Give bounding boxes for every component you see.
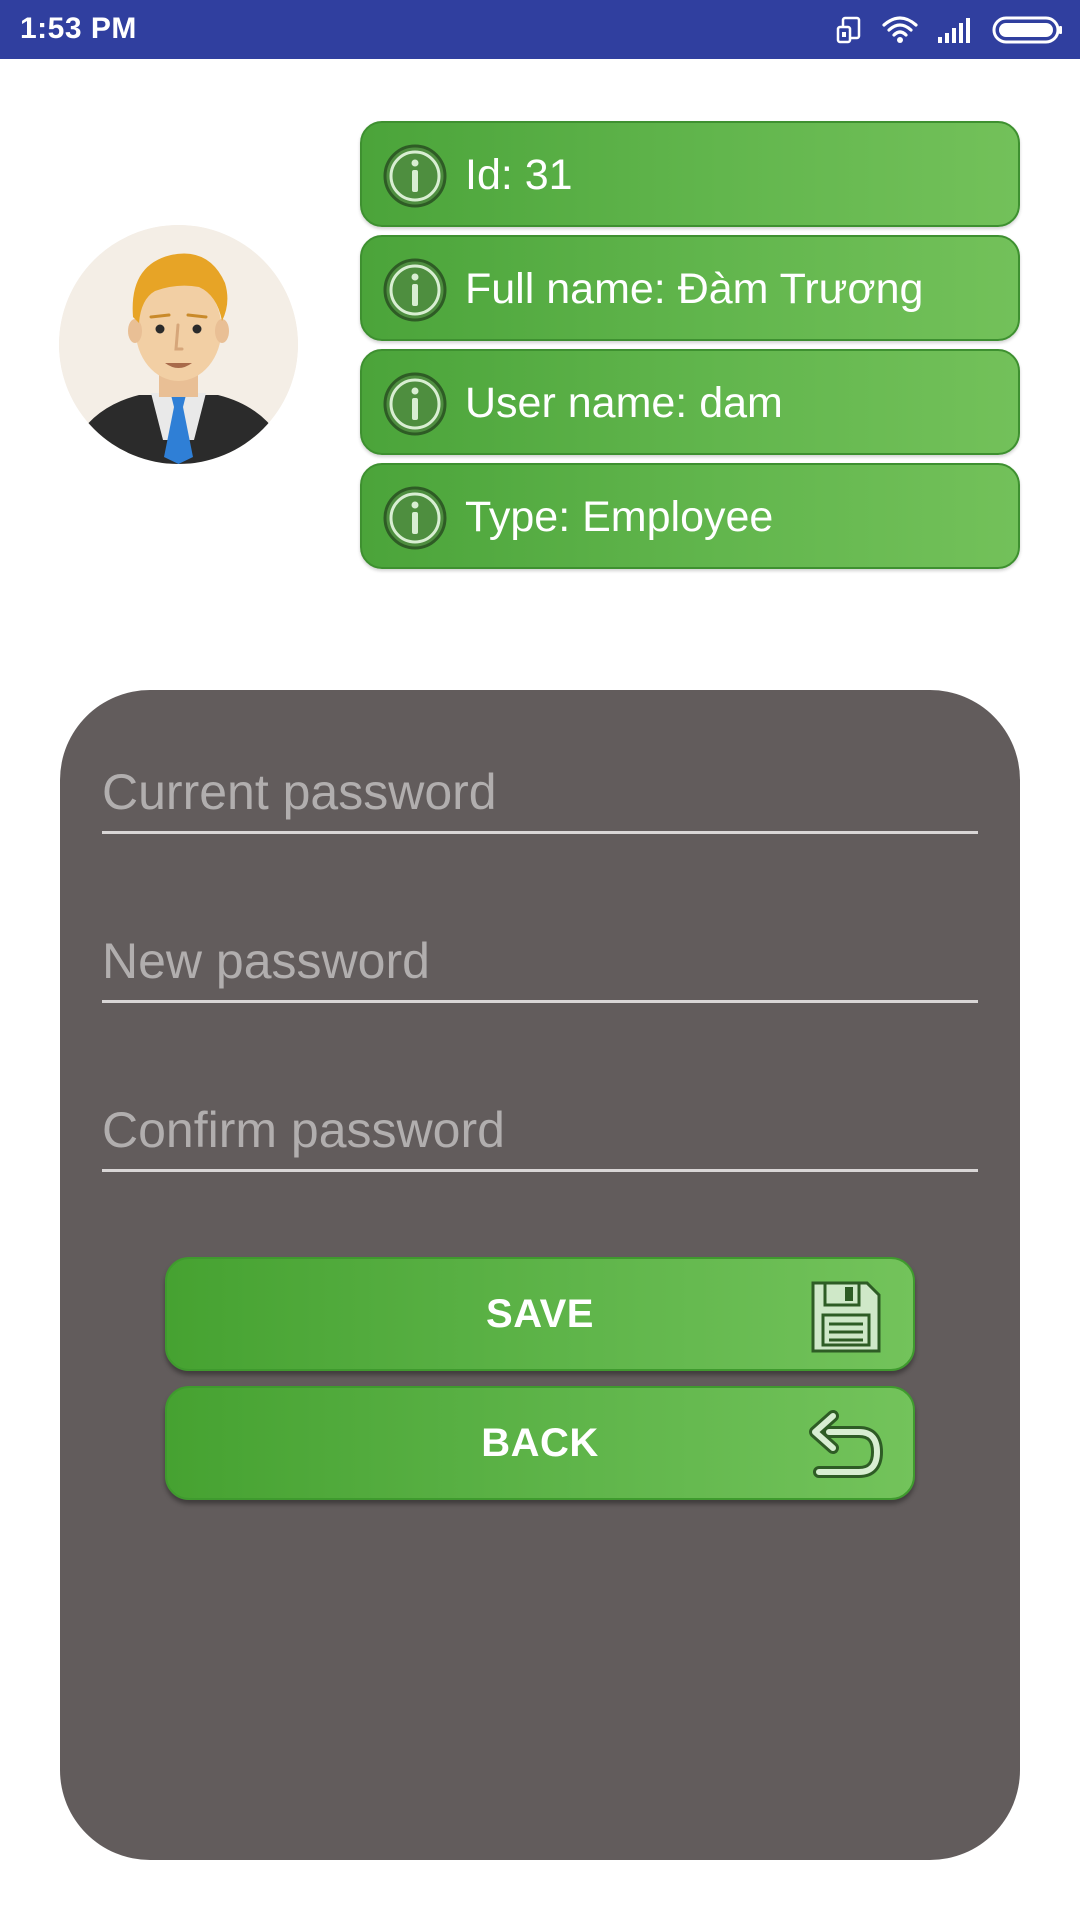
info-icon — [382, 485, 448, 551]
info-chip-id: Id: 31 — [360, 121, 1020, 227]
confirm-password-field — [102, 1076, 978, 1172]
save-button-label: SAVE — [486, 1291, 594, 1336]
info-full-name-text: Full name: Đàm Trương — [465, 265, 924, 313]
status-time: 1:53 PM — [20, 12, 137, 45]
battery-icon — [992, 15, 1064, 45]
undo-arrow-icon — [807, 1408, 883, 1484]
info-chip-full-name: Full name: Đàm Trương — [360, 235, 1020, 341]
status-bar: 1:53 PM — [0, 0, 1080, 59]
wifi-icon — [882, 15, 918, 45]
new-password-field — [102, 907, 978, 1003]
save-button[interactable]: SAVE — [165, 1257, 915, 1371]
status-icons — [834, 12, 1064, 48]
current-password-input[interactable] — [102, 738, 978, 831]
info-user-name-text: User name: dam — [465, 379, 783, 427]
info-type-text: Type: Employee — [465, 493, 774, 541]
signal-icon — [936, 15, 974, 45]
info-icon — [382, 371, 448, 437]
back-button-label: BACK — [481, 1420, 599, 1465]
change-password-card: SAVE BACK — [60, 690, 1020, 1860]
info-chip-user-name: User name: dam — [360, 349, 1020, 455]
info-id-text: Id: 31 — [465, 151, 573, 199]
info-icon — [382, 143, 448, 209]
info-icon — [382, 257, 448, 323]
new-password-input[interactable] — [102, 907, 978, 1000]
back-button[interactable]: BACK — [165, 1386, 915, 1500]
confirm-password-input[interactable] — [102, 1076, 978, 1169]
info-chip-type: Type: Employee — [360, 463, 1020, 569]
businessman-avatar — [59, 225, 298, 464]
rotate-screen-icon — [834, 15, 864, 45]
floppy-disk-icon — [807, 1279, 883, 1355]
current-password-field — [102, 738, 978, 834]
